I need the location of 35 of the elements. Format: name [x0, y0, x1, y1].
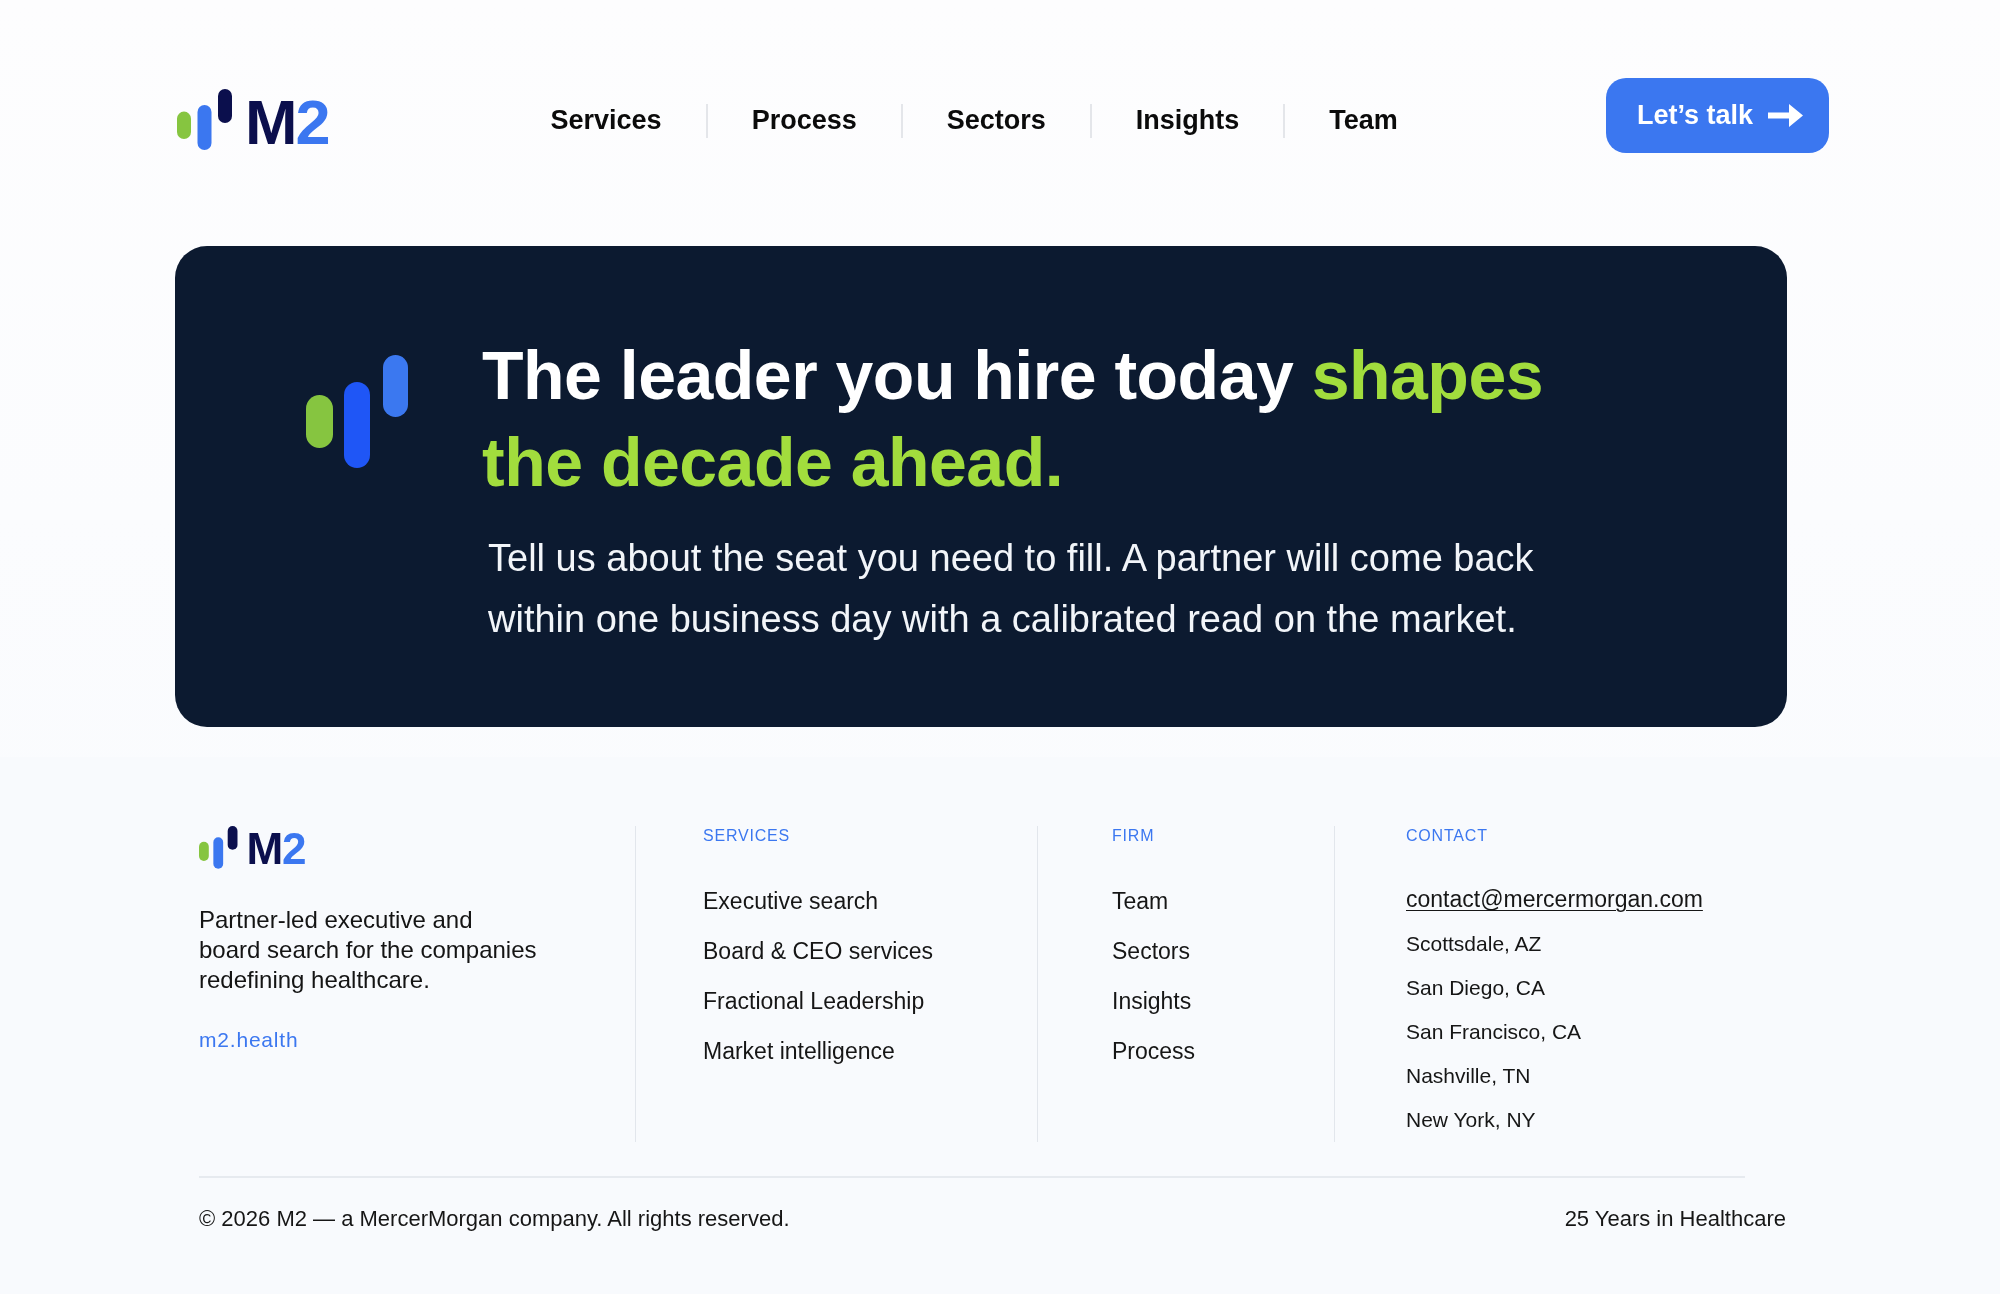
- office-location: Nashville, TN: [1406, 1063, 1531, 1089]
- logo-wordmark: M2: [246, 827, 306, 872]
- footer-link[interactable]: Board & CEO services: [703, 926, 934, 976]
- nav-link[interactable]: Sectors: [946, 105, 1046, 136]
- tagline-text: 25 Years in Healthcare: [1564, 1205, 1786, 1233]
- logo-wordmark: M2: [245, 91, 329, 154]
- footer-link[interactable]: Executive search: [703, 876, 879, 926]
- bars-icon: [306, 355, 408, 468]
- nav-link[interactable]: Process: [751, 105, 857, 136]
- copyright-text: © 2026 M2 — a MercerMorgan company. All rights reserved.: [199, 1205, 790, 1233]
- footer-link[interactable]: Insights: [1112, 976, 1192, 1026]
- website-link[interactable]: m2.health: [199, 1027, 299, 1053]
- lets-talk-button[interactable]: Let’s talk: [1605, 78, 1829, 153]
- footer-link[interactable]: Fractional Leadership: [703, 976, 925, 1026]
- email-link[interactable]: contact@mercermorgan.com: [1406, 876, 1703, 922]
- bars-logo-icon: [199, 826, 238, 869]
- nav-link[interactable]: Insights: [1135, 105, 1240, 136]
- footer-link[interactable]: Team: [1112, 876, 1169, 926]
- footer-link[interactable]: Process: [1112, 1026, 1196, 1076]
- column-heading: FIRM: [1112, 826, 1155, 845]
- footer-link[interactable]: Market intelligence: [703, 1026, 895, 1076]
- office-location: New York, NY: [1406, 1107, 1536, 1133]
- column-heading: SERVICES: [703, 826, 791, 845]
- footer-description: Partner-led executive and board search for the companies redefining healthcare.: [199, 905, 537, 996]
- office-location: Scottsdale, AZ: [1406, 931, 1542, 957]
- nav-link[interactable]: Services: [550, 105, 662, 136]
- office-location: San Diego, CA: [1406, 975, 1545, 1001]
- arrow-right-icon: [1768, 104, 1803, 127]
- footer-link[interactable]: Sectors: [1112, 926, 1190, 976]
- nav-link[interactable]: Team: [1329, 105, 1398, 136]
- hero-heading: The leader you hire today shapes the decade ahead.: [482, 336, 1545, 502]
- hero-description: Tell us about the seat you need to fill. A partner will come back within one business day with a calibrated read on the market.: [487, 536, 1535, 642]
- office-location: San Francisco, CA: [1406, 1019, 1582, 1045]
- column-heading: CONTACT: [1406, 826, 1488, 845]
- bars-logo-icon: [177, 89, 232, 150]
